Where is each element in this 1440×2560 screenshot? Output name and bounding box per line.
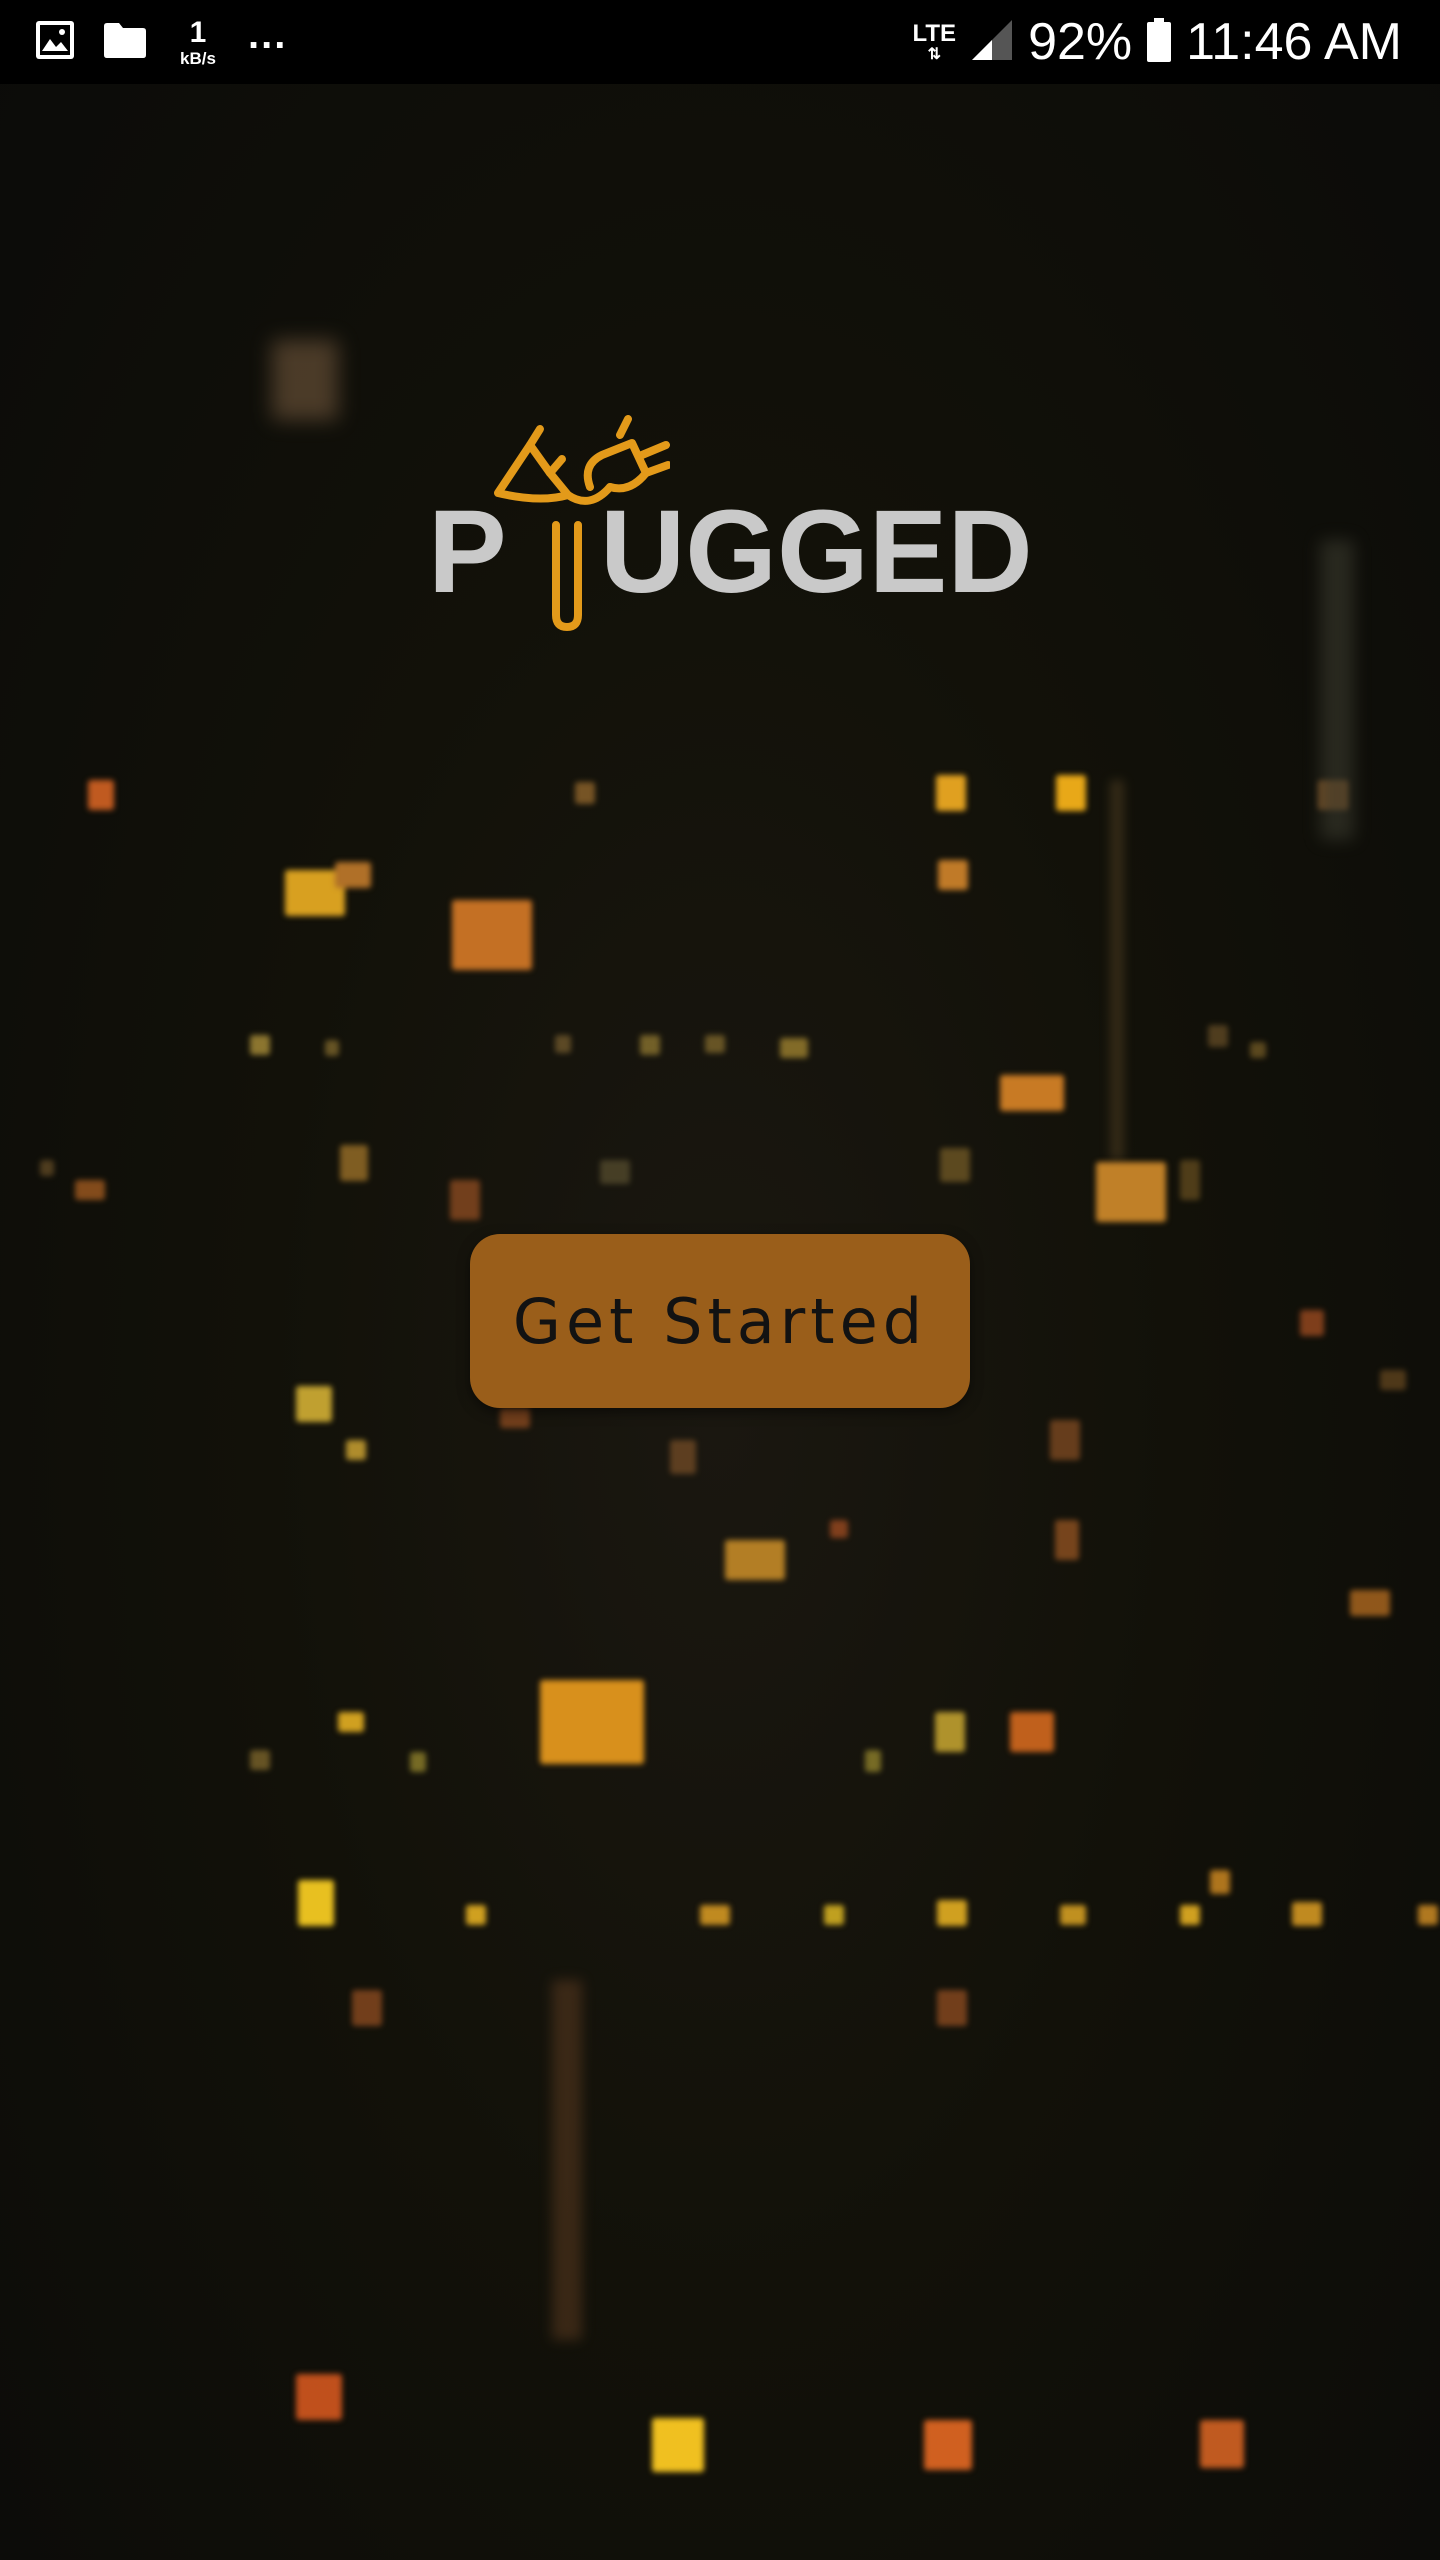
splash-screen: 1 kB/s ... LTE ⇅ 92% 11:46 AM P UGGED Ge… — [0, 0, 1440, 2560]
more-notifications-indicator: ... — [248, 13, 288, 57]
get-started-button[interactable]: Get Started — [470, 1234, 970, 1408]
lte-indicator: LTE ⇅ — [912, 19, 957, 63]
plugged-logo: P UGGED — [420, 415, 1033, 645]
status-bar: 1 kB/s ... LTE ⇅ 92% 11:46 AM — [0, 0, 1440, 84]
image-icon — [34, 19, 76, 66]
status-bar-left: 1 kB/s ... — [34, 13, 287, 68]
network-speed-unit: kB/s — [180, 49, 216, 68]
signal-icon — [970, 18, 1014, 67]
folder-icon — [102, 20, 148, 65]
network-speed: 1 kB/s — [174, 16, 222, 68]
logo-text-rest: UGGED — [600, 486, 1033, 618]
status-bar-right: LTE ⇅ 92% 11:46 AM — [913, 10, 1402, 74]
network-type: LTE — [912, 19, 957, 47]
network-speed-value: 1 — [189, 16, 207, 49]
clock: 11:46 AM — [1186, 13, 1402, 71]
data-activity-icon: ⇅ — [927, 45, 941, 63]
battery-icon — [1146, 17, 1172, 68]
battery-percent: 92% — [1028, 13, 1133, 71]
